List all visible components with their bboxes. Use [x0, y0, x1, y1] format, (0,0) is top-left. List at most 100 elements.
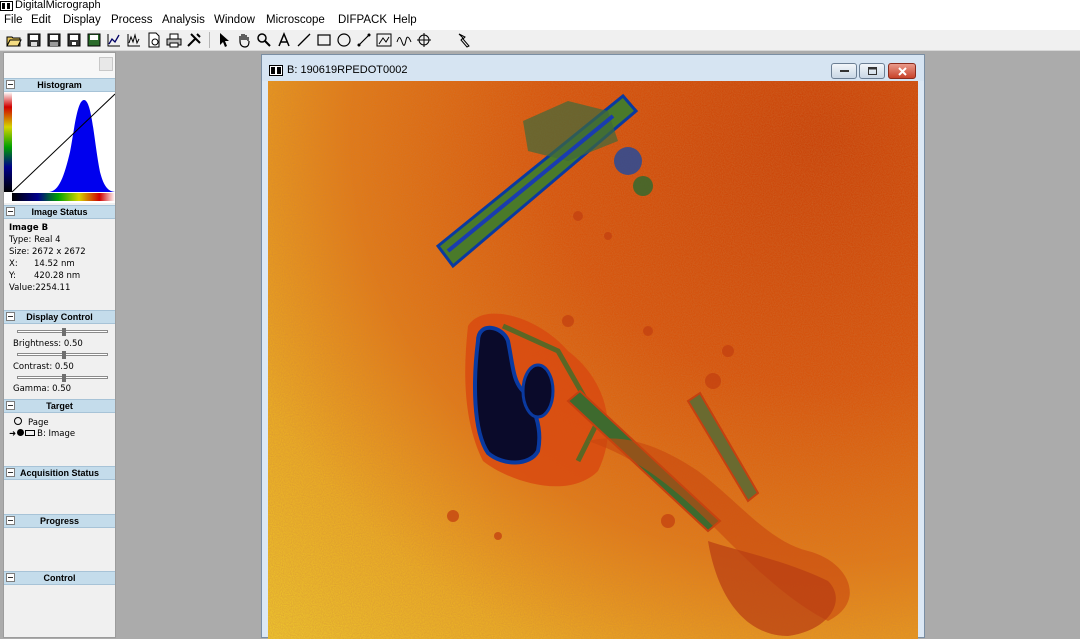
brightness-slider[interactable]	[17, 328, 108, 336]
menu-display[interactable]: Display	[63, 14, 101, 26]
display-control-title: Display Control	[26, 312, 93, 322]
target-title: Target	[46, 401, 73, 411]
colorbar-horizontal	[12, 193, 115, 201]
radio-icon[interactable]	[14, 417, 22, 425]
display-control-header[interactable]: Display Control	[4, 310, 115, 324]
minimize-button[interactable]	[831, 63, 857, 79]
menu-analysis[interactable]: Analysis	[162, 14, 205, 26]
size-label: Size:	[9, 247, 30, 257]
panel-header	[4, 53, 115, 78]
image-y: Y: 420.28 nm	[9, 271, 80, 281]
y-value: 420.28 nm	[34, 271, 81, 281]
panel-close-button[interactable]	[99, 57, 113, 71]
image-icon	[25, 430, 36, 436]
collapse-icon[interactable]	[6, 80, 15, 89]
histogram-header[interactable]: Histogram	[4, 78, 115, 92]
save-all-icon[interactable]	[46, 32, 62, 48]
progress-title: Progress	[39, 516, 80, 526]
image-status-header[interactable]: Image Status	[4, 205, 115, 219]
target-page[interactable]: Page	[9, 417, 49, 428]
collapse-icon[interactable]	[6, 312, 15, 321]
print-icon[interactable]	[166, 32, 182, 48]
image-size: Size: 2672 x 2672	[9, 247, 86, 257]
app-icon	[0, 1, 13, 11]
wand-icon[interactable]	[456, 32, 472, 48]
image-status-title: Image Status	[31, 207, 88, 217]
line-plot-icon[interactable]	[126, 32, 142, 48]
contrast-slider[interactable]	[17, 351, 108, 359]
value-value: 2254.11	[35, 283, 71, 293]
roi-icon[interactable]	[356, 32, 372, 48]
menu-process[interactable]: Process	[111, 14, 153, 26]
collapse-icon[interactable]	[6, 401, 15, 410]
image-window[interactable]: B: 190619RPEDOT0002	[261, 54, 925, 639]
gamma-thumb[interactable]	[62, 374, 66, 382]
type-value: Real 4	[34, 235, 61, 245]
oval-icon[interactable]	[336, 32, 352, 48]
image-value: Value:2254.11	[9, 283, 70, 293]
noise-texture	[268, 81, 918, 639]
menu-window[interactable]: Window	[214, 14, 255, 26]
y-label: Y:	[9, 271, 16, 281]
app-title-bar: DigitalMicrograph	[0, 0, 1080, 12]
collapse-icon[interactable]	[6, 573, 15, 582]
rectangle-icon[interactable]	[316, 32, 332, 48]
menu-microscope[interactable]: Microscope	[266, 14, 325, 26]
save-icon[interactable]	[26, 32, 42, 48]
size-value: 2672 x 2672	[32, 247, 86, 257]
image-name: Image B	[9, 223, 49, 233]
target-header[interactable]: Target	[4, 399, 115, 413]
acquisition-status-header[interactable]: Acquisition Status	[4, 466, 115, 480]
target-image[interactable]: ➜ B: Image	[9, 429, 75, 439]
save-as-icon[interactable]	[86, 32, 102, 48]
tools-icon[interactable]	[186, 32, 202, 48]
text-icon[interactable]	[276, 32, 292, 48]
pointer-icon[interactable]	[216, 32, 232, 48]
gamma-label: Gamma: 0.50	[13, 384, 72, 394]
type-label: Type:	[9, 235, 32, 245]
collapse-icon[interactable]	[6, 207, 15, 216]
close-button[interactable]	[888, 63, 916, 79]
colorbar-vertical	[4, 92, 12, 192]
image-window-titlebar[interactable]: B: 190619RPEDOT0002	[262, 55, 924, 81]
x-value: 14.52 nm	[34, 259, 75, 269]
histogram-plot[interactable]	[4, 92, 115, 203]
collapse-icon[interactable]	[6, 516, 15, 525]
image-window-icon	[269, 65, 283, 76]
page-setup-icon[interactable]	[146, 32, 162, 48]
target-page-label: Page	[28, 418, 49, 428]
brightness-thumb[interactable]	[62, 328, 66, 336]
app-title: DigitalMicrograph	[15, 0, 101, 11]
x-label: X:	[9, 259, 18, 269]
minimize-icon	[840, 70, 849, 72]
profile-icon[interactable]	[396, 32, 412, 48]
contrast-thumb[interactable]	[62, 351, 66, 359]
gamma-slider[interactable]	[17, 374, 108, 382]
close-icon	[898, 67, 907, 76]
toolbar-separator	[209, 32, 210, 48]
menu-file[interactable]: File	[4, 14, 23, 26]
collapse-icon[interactable]	[6, 468, 15, 477]
micrograph-image[interactable]	[268, 81, 918, 639]
menu-edit[interactable]: Edit	[31, 14, 51, 26]
menu-difpack[interactable]: DIFPACK	[338, 14, 387, 26]
maximize-button[interactable]	[859, 63, 885, 79]
crosshair-icon[interactable]	[416, 32, 432, 48]
menu-help[interactable]: Help	[393, 14, 417, 26]
acquisition-status-title: Acquisition Status	[19, 468, 99, 478]
rotate-icon[interactable]	[376, 32, 392, 48]
radio-selected-icon[interactable]	[17, 429, 25, 436]
progress-header[interactable]: Progress	[4, 514, 115, 528]
brightness-label: Brightness: 0.50	[13, 339, 83, 349]
maximize-icon	[868, 67, 877, 75]
target-image-label: B: Image	[37, 429, 76, 439]
control-panel: Histogram Image Status Image B Type: Rea…	[3, 52, 116, 638]
zoom-icon[interactable]	[256, 32, 272, 48]
control-header[interactable]: Control	[4, 571, 115, 585]
open-icon[interactable]	[6, 32, 22, 48]
save-display-icon[interactable]	[66, 32, 82, 48]
hand-icon[interactable]	[236, 32, 252, 48]
image-window-title: B: 190619RPEDOT0002	[287, 64, 408, 76]
line-icon[interactable]	[296, 32, 312, 48]
plot-icon[interactable]	[106, 32, 122, 48]
